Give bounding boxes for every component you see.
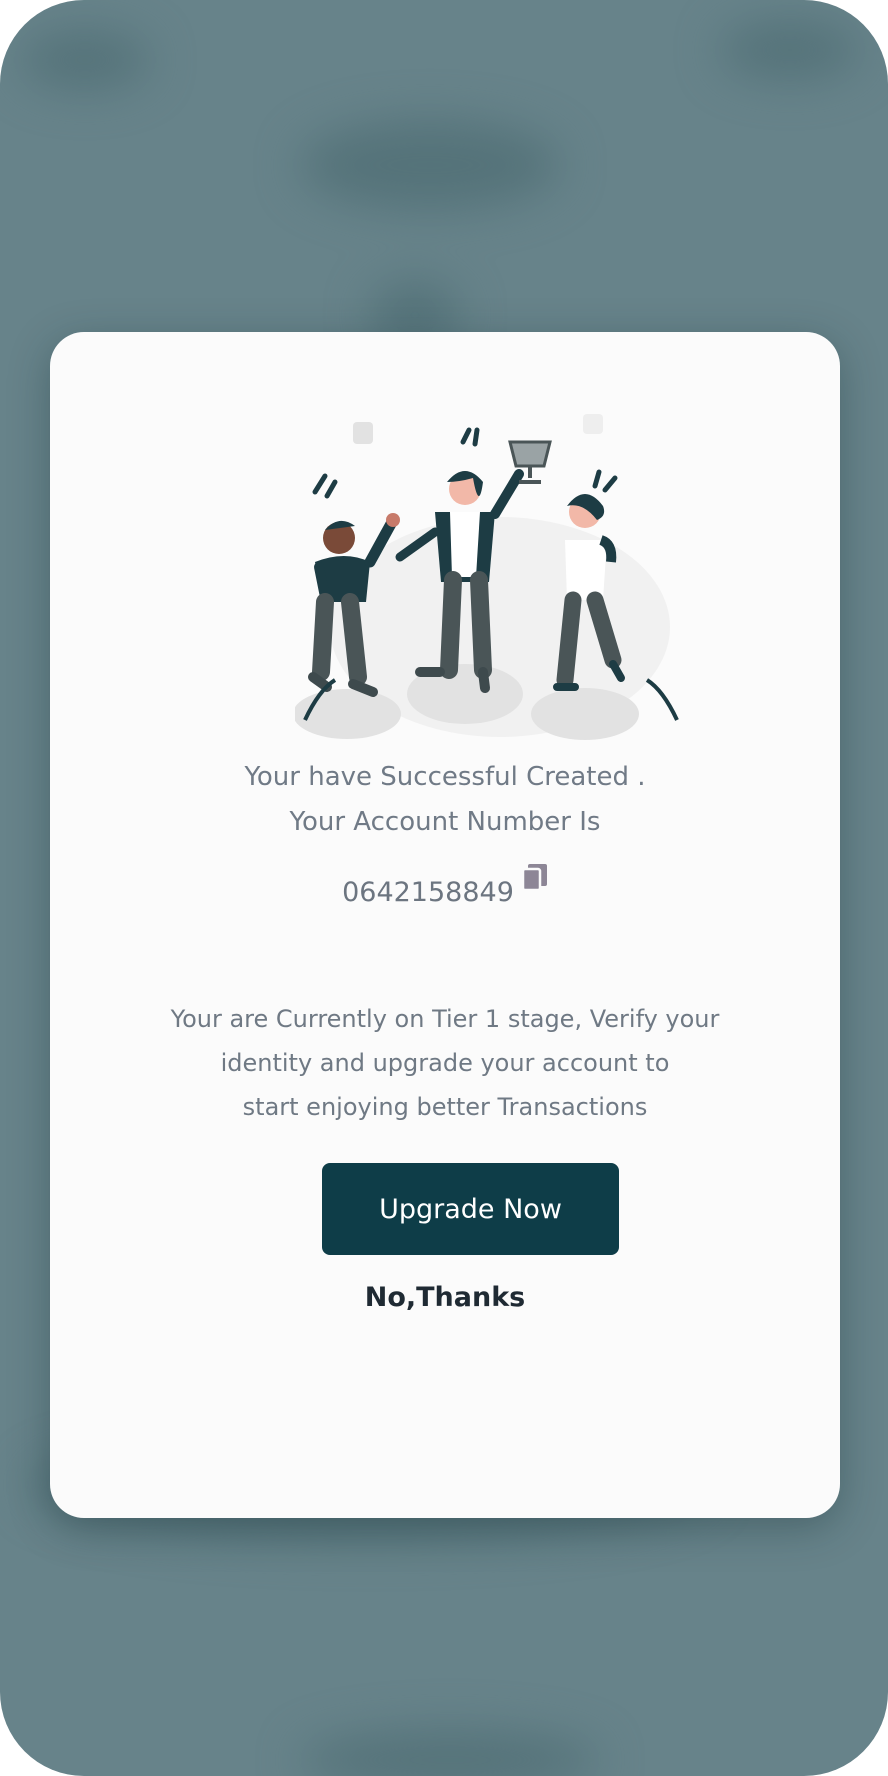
copy-icon[interactable] (521, 863, 548, 898)
tier-info-line3: start enjoying better Transactions (242, 1093, 648, 1121)
tier-info-text: Your are Currently on Tier 1 stage, Veri… (130, 997, 760, 1129)
tier-info-line2: identity and upgrade your account to (220, 1049, 670, 1077)
account-number-row: 0642158849 (50, 864, 840, 908)
success-message-line2: Your Account Number Is (289, 807, 601, 837)
tier-info-line1: Your are Currently on Tier 1 stage, Veri… (170, 1005, 720, 1033)
account-created-modal: Your have Successful Created . Your Acco… (50, 332, 840, 1518)
celebration-illustration (295, 414, 679, 740)
app-screen: Your have Successful Created . Your Acco… (0, 0, 888, 1776)
account-number: 0642158849 (342, 877, 514, 908)
upgrade-now-button[interactable]: Upgrade Now (322, 1163, 619, 1255)
success-message-line1: Your have Successful Created . (244, 762, 646, 792)
no-thanks-link[interactable]: No,Thanks (50, 1282, 840, 1313)
